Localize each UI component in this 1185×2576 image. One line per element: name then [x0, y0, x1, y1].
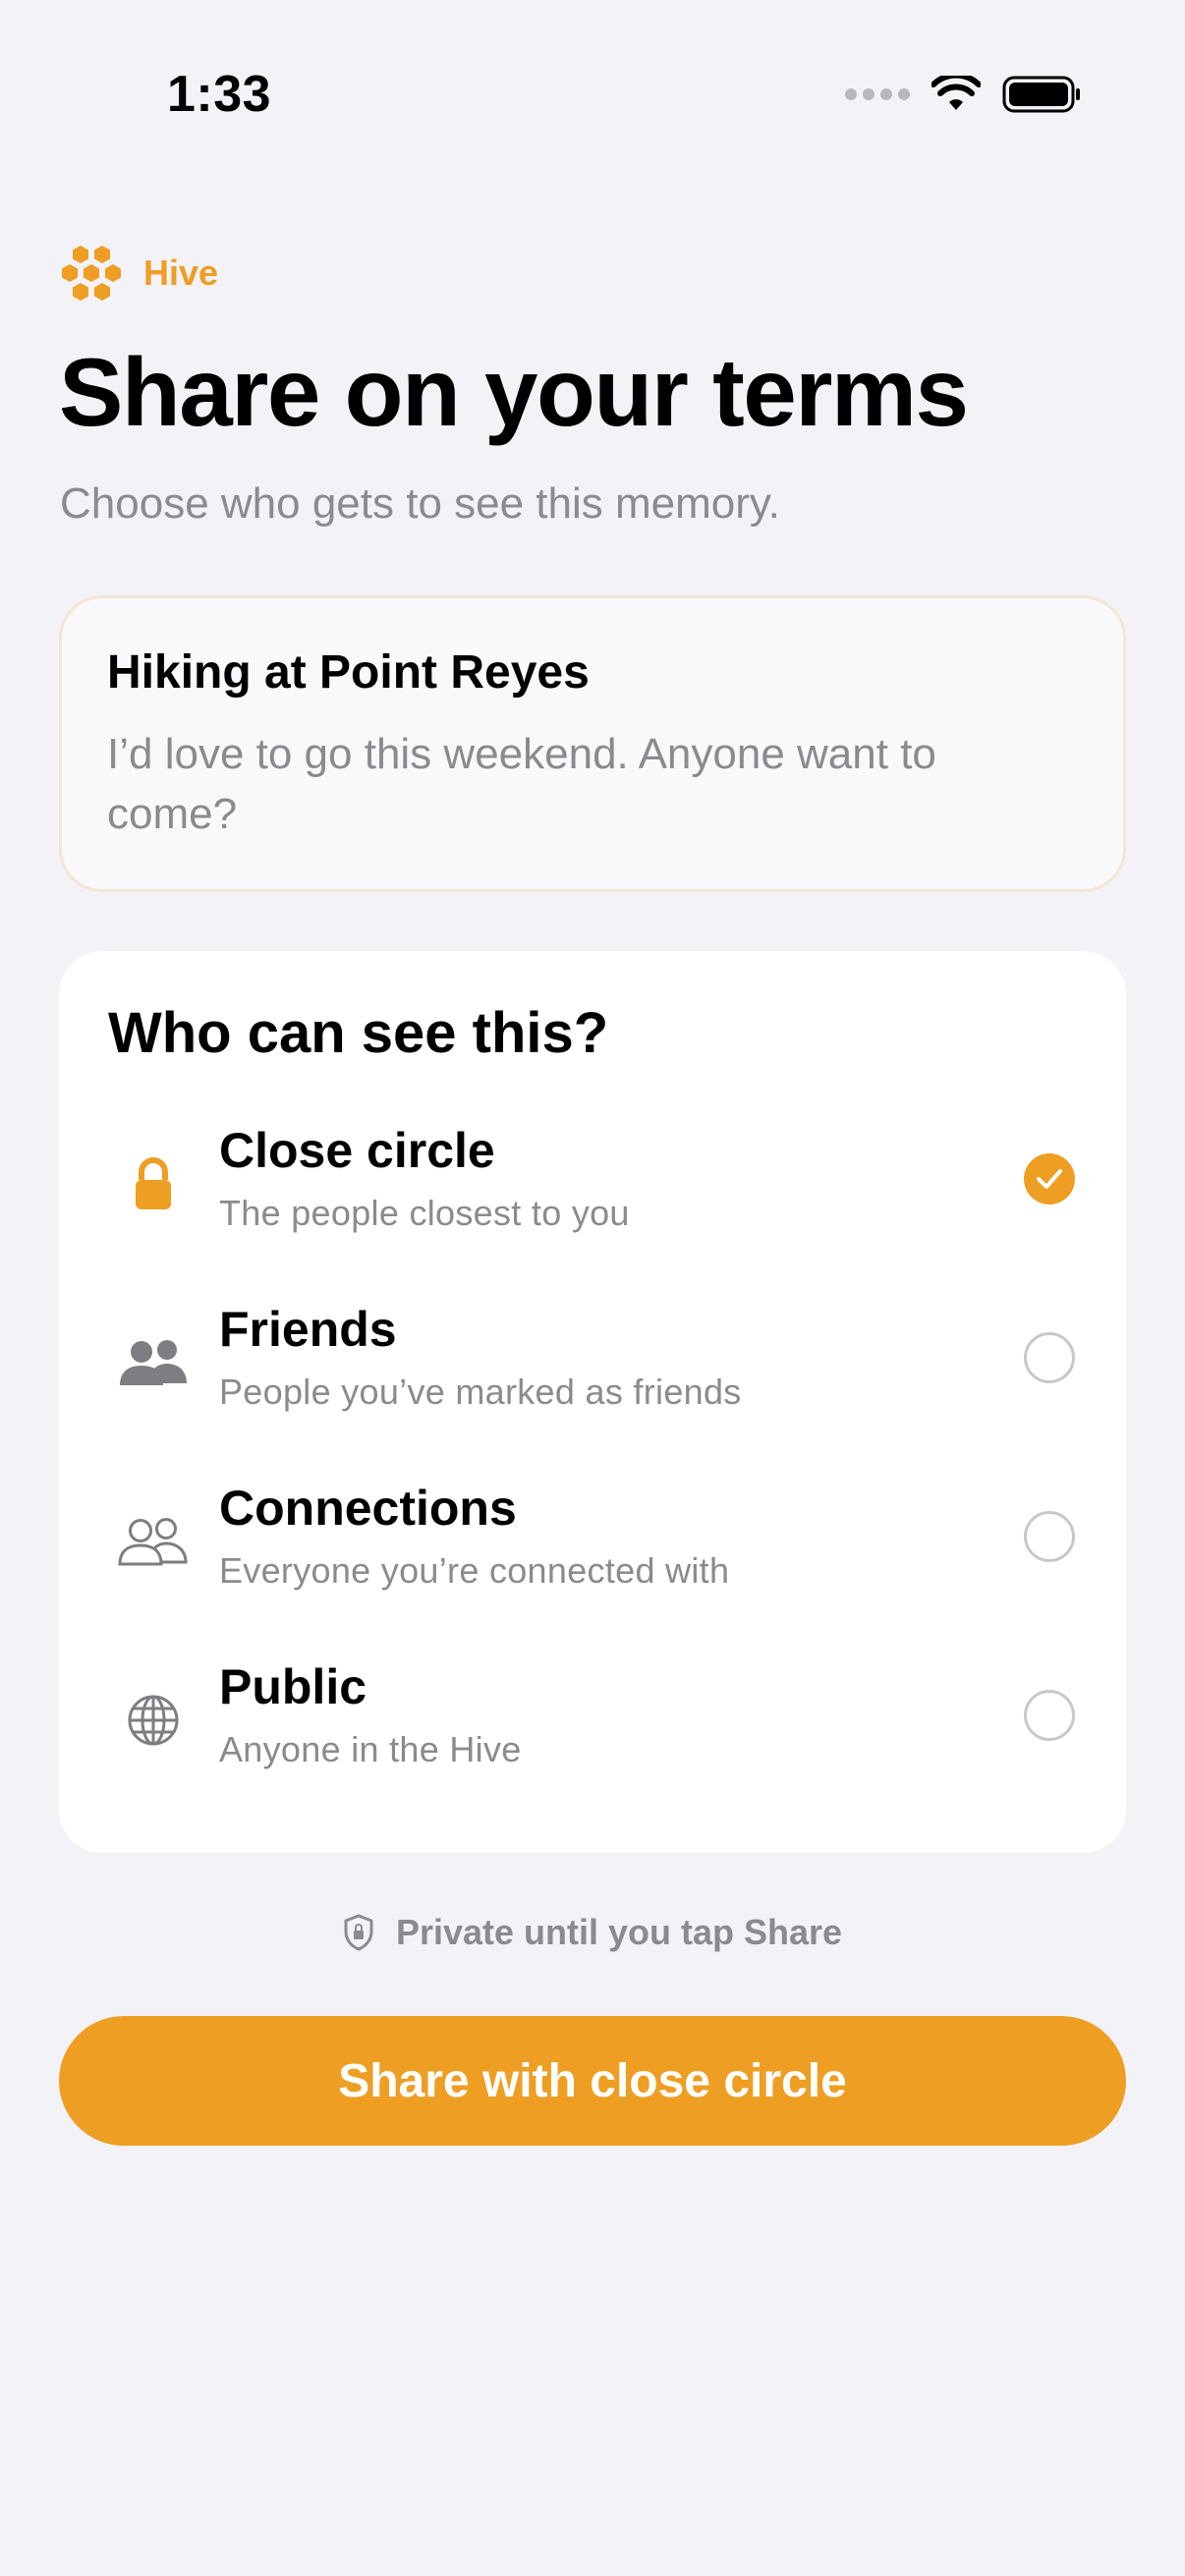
- post-title: Hiking at Point Reyes: [107, 646, 590, 699]
- status-icons: [845, 75, 1081, 114]
- friends-icon: [102, 1318, 204, 1407]
- globe-icon: [102, 1676, 204, 1764]
- option-description: People you’ve marked as friends: [219, 1372, 742, 1412]
- audience-heading: Who can see this?: [108, 1001, 609, 1065]
- honeycomb-icon: [62, 246, 121, 301]
- post-preview-card: Hiking at Point Reyes I’d love to go thi…: [59, 595, 1126, 892]
- cellular-signal-icon: [845, 88, 910, 100]
- battery-icon: [1002, 76, 1080, 113]
- radio-unselected[interactable]: [1024, 1511, 1075, 1562]
- option-description: Everyone you’re connected with: [219, 1550, 730, 1591]
- page-subtitle: Choose who gets to see this memory.: [60, 479, 780, 528]
- radio-unselected[interactable]: [1024, 1690, 1075, 1741]
- shield-icon: [344, 1914, 373, 1951]
- audience-card: Who can see this? Close circle The peopl…: [59, 951, 1126, 1853]
- option-description: The people closest to you: [219, 1193, 630, 1233]
- privacy-note: Private until you tap Share: [0, 1912, 1185, 1953]
- brand-name: Hive: [143, 252, 219, 293]
- connections-icon: [102, 1497, 204, 1586]
- screen: 1:33 Hive Share on your terms Choose who…: [0, 0, 1185, 2576]
- brand: Hive: [61, 244, 218, 303]
- radio-selected[interactable]: [1024, 1153, 1075, 1204]
- audience-option-connections[interactable]: Connections Everyone you’re connected wi…: [59, 1466, 1126, 1613]
- option-title: Friends: [219, 1302, 397, 1357]
- wifi-icon: [931, 76, 981, 110]
- option-description: Anyone in the Hive: [219, 1729, 522, 1769]
- audience-option-close-circle[interactable]: Close circle The people closest to you: [59, 1108, 1126, 1256]
- audience-option-friends[interactable]: Friends People you’ve marked as friends: [59, 1287, 1126, 1434]
- privacy-text: Private until you tap Share: [395, 1912, 843, 1952]
- status-time: 1:33: [167, 66, 272, 123]
- share-button[interactable]: Share with close circle: [59, 2016, 1126, 2146]
- page-title: Share on your terms: [59, 338, 969, 446]
- radio-unselected[interactable]: [1024, 1332, 1075, 1383]
- lock-icon: [102, 1140, 204, 1228]
- audience-option-public[interactable]: Public Anyone in the Hive: [59, 1645, 1126, 1792]
- option-title: Connections: [219, 1481, 517, 1536]
- post-body: I’d love to go this weekend. Anyone want…: [107, 730, 936, 838]
- option-title: Close circle: [219, 1123, 495, 1178]
- checkmark-icon: [1037, 1169, 1062, 1189]
- option-title: Public: [219, 1659, 367, 1714]
